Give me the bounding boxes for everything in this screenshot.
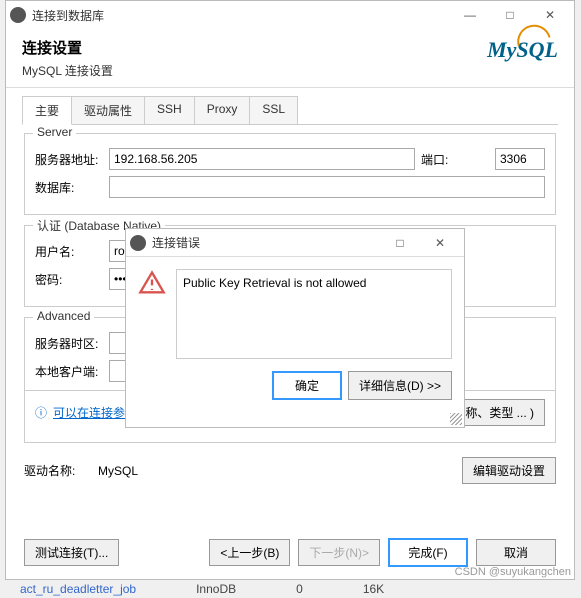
modal-maximize-button[interactable]: □	[380, 236, 420, 250]
server-group: Server 服务器地址: 端口: 数据库:	[24, 133, 556, 215]
server-legend: Server	[33, 125, 76, 139]
bg-col1: 0	[296, 582, 303, 596]
minimize-button[interactable]: —	[450, 8, 490, 22]
host-label: 服务器地址:	[35, 151, 103, 168]
tab-proxy[interactable]: Proxy	[194, 96, 251, 124]
local-label: 本地客户端:	[35, 363, 103, 380]
tz-label: 服务器时区:	[35, 335, 103, 352]
mysql-logo: MySQL	[487, 37, 558, 63]
divider	[6, 87, 574, 88]
test-connection-button[interactable]: 测试连接(T)...	[24, 539, 119, 566]
user-label: 用户名:	[35, 243, 103, 260]
close-button[interactable]: ✕	[530, 8, 570, 22]
host-input[interactable]	[109, 148, 415, 170]
main-titlebar[interactable]: 连接到数据库 — □ ✕	[6, 1, 574, 29]
db-label: 数据库:	[35, 179, 103, 196]
resize-handle[interactable]	[450, 413, 462, 425]
error-message-box: Public Key Retrieval is not allowed	[176, 269, 452, 359]
info-icon: ⓘ	[35, 404, 47, 421]
app-icon	[10, 7, 26, 23]
error-message: Public Key Retrieval is not allowed	[183, 276, 366, 290]
modal-close-button[interactable]: ✕	[420, 236, 460, 250]
finish-button[interactable]: 完成(F)	[388, 538, 468, 567]
driver-value: MySQL	[98, 464, 138, 478]
modal-titlebar[interactable]: 连接错误 □ ✕	[126, 229, 464, 257]
db-input[interactable]	[109, 176, 545, 198]
header: 连接设置 MySQL 连接设置 MySQL	[6, 29, 574, 83]
back-button[interactable]: <上一步(B)	[209, 539, 290, 566]
port-input[interactable]	[495, 148, 545, 170]
modal-title: 连接错误	[152, 234, 380, 251]
error-dialog: 连接错误 □ ✕ Public Key Retrieval is not all…	[125, 228, 465, 428]
background-row: act_ru_deadletter_job InnoDB 0 16K	[0, 580, 581, 598]
bg-table-name: act_ru_deadletter_job	[20, 582, 136, 596]
tab-main[interactable]: 主要	[22, 96, 72, 125]
page-title: 连接设置	[22, 37, 113, 58]
advanced-legend: Advanced	[33, 309, 94, 323]
bg-col2: 16K	[363, 582, 384, 596]
tab-driver-props[interactable]: 驱动属性	[71, 96, 145, 124]
maximize-button[interactable]: □	[490, 8, 530, 22]
ok-button[interactable]: 确定	[272, 371, 342, 400]
tabs: 主要 驱动属性 SSH Proxy SSL	[22, 96, 558, 125]
modal-body: Public Key Retrieval is not allowed	[126, 257, 464, 371]
modal-buttons: 确定 详细信息(D) >>	[126, 371, 464, 400]
watermark: CSDN @suyukangchen	[455, 566, 571, 578]
edit-driver-button[interactable]: 编辑驱动设置	[462, 457, 556, 484]
footer-buttons: 测试连接(T)... <上一步(B) 下一步(N)> 完成(F) 取消	[24, 538, 556, 567]
warning-icon	[138, 269, 166, 297]
next-button: 下一步(N)>	[298, 539, 380, 566]
cancel-button[interactable]: 取消	[476, 539, 556, 566]
window-title: 连接到数据库	[32, 7, 450, 24]
pass-label: 密码:	[35, 271, 103, 288]
modal-app-icon	[130, 235, 146, 251]
bg-engine: InnoDB	[196, 582, 236, 596]
driver-label: 驱动名称:	[24, 462, 92, 479]
tab-ssl[interactable]: SSL	[249, 96, 298, 124]
details-button[interactable]: 详细信息(D) >>	[348, 371, 452, 400]
port-label: 端口:	[421, 151, 489, 168]
tab-ssh[interactable]: SSH	[144, 96, 195, 124]
page-subtitle: MySQL 连接设置	[22, 62, 113, 79]
